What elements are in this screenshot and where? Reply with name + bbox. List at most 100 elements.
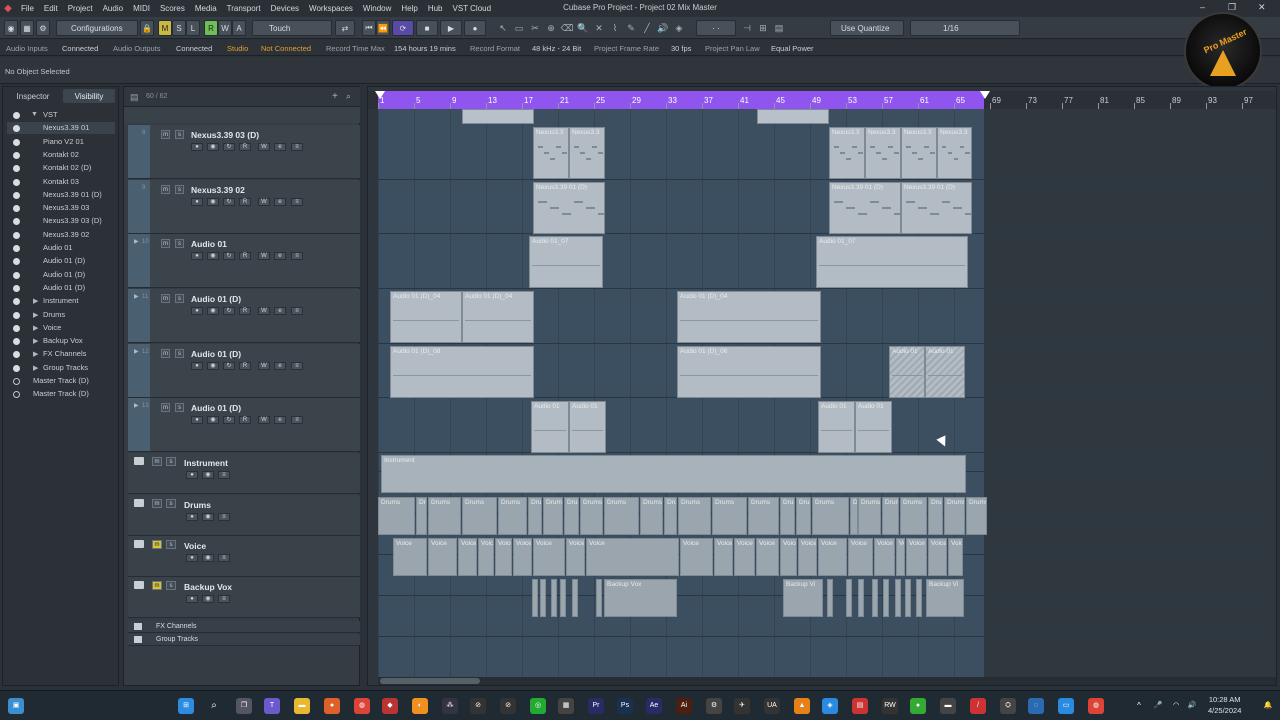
visibility-item[interactable]: Piano V2 01: [7, 136, 115, 148]
read-automation-icon[interactable]: ↻: [223, 416, 235, 424]
mute-button[interactable]: m: [161, 349, 170, 358]
nudge-select[interactable]: · ·: [696, 20, 736, 36]
visibility-toggle-icon[interactable]: [13, 218, 20, 226]
visibility-toggle-icon[interactable]: [13, 191, 20, 199]
grp-event[interactable]: Backup Vi: [783, 579, 823, 617]
grp-event[interactable]: Drums: [416, 497, 427, 535]
grp-event[interactable]: Voice: [533, 538, 565, 576]
grp-event[interactable]: Voice: [756, 538, 779, 576]
menu-vst-cloud[interactable]: VST Cloud: [448, 4, 497, 13]
app-icon-8[interactable]: ✈: [734, 698, 750, 714]
midi-event[interactable]: Nexus3.3: [937, 127, 972, 179]
visibility-toggle-icon[interactable]: [13, 271, 20, 279]
configurations-button[interactable]: Configurations: [56, 20, 138, 36]
app-icon-18[interactable]: ▭: [1058, 698, 1074, 714]
write-automation-icon[interactable]: R: [239, 362, 251, 370]
object-selection-icon[interactable]: ↖: [496, 21, 510, 35]
cycle-range[interactable]: [378, 91, 984, 109]
grp-event[interactable]: Backup Vi: [926, 579, 964, 617]
instr-event[interactable]: Instrument: [381, 455, 966, 493]
illustrator-icon[interactable]: Ai: [676, 698, 692, 714]
mute-button[interactable]: m: [152, 540, 162, 549]
grp-event[interactable]: Voice: [458, 538, 477, 576]
grp-event[interactable]: Drums: [543, 497, 563, 535]
app-icon-4[interactable]: ⊘: [500, 698, 516, 714]
app-icon-7[interactable]: ⚙: [706, 698, 722, 714]
grp-event[interactable]: [827, 579, 833, 617]
edit-channel-icon[interactable]: W: [258, 143, 270, 151]
monitor-icon[interactable]: ◉: [207, 416, 219, 424]
notifications-icon[interactable]: 🔔: [1262, 698, 1274, 714]
folder-track[interactable]: m s Backup Vox ● ◉ ≡: [128, 577, 360, 618]
visibility-toggle-icon[interactable]: [13, 338, 20, 346]
visibility-item[interactable]: Nexus3.39 03: [7, 202, 115, 214]
visibility-item[interactable]: Nexus3.39 02: [7, 229, 115, 241]
visibility-toggle-icon[interactable]: [13, 351, 20, 359]
listen-mode-button[interactable]: L: [186, 20, 200, 36]
lanes-icon[interactable]: ≡: [291, 362, 303, 370]
mute-button[interactable]: m: [161, 185, 170, 194]
visibility-item[interactable]: Nexus3.39 01: [7, 122, 115, 135]
solo-button[interactable]: s: [175, 403, 184, 412]
folder-monitor-icon[interactable]: ●: [186, 513, 198, 521]
grp-event[interactable]: [846, 579, 852, 617]
visibility-toggle-icon[interactable]: [13, 311, 20, 319]
record-enable-icon[interactable]: ●: [191, 307, 203, 315]
edit-channel-icon[interactable]: W: [258, 198, 270, 206]
cubase-taskbar-icon[interactable]: ◆: [382, 698, 398, 714]
visibility-item[interactable]: ▶ FX Channels: [7, 348, 115, 360]
right-locator-icon[interactable]: [980, 91, 990, 99]
grp-event[interactable]: Voice: [393, 538, 427, 576]
visibility-item[interactable]: ▶ Backup Vox: [7, 335, 115, 347]
split-icon[interactable]: ✂: [528, 21, 542, 35]
visibility-item[interactable]: ▶ Drums: [7, 309, 115, 321]
lanes-icon[interactable]: ≡: [291, 143, 303, 151]
app-icon-17[interactable]: ◌: [1028, 698, 1044, 714]
expand-right-icon[interactable]: ▶: [33, 324, 38, 332]
widgets-icon[interactable]: ▣: [8, 698, 24, 714]
menu-hub[interactable]: Hub: [423, 4, 448, 13]
visibility-toggle-icon[interactable]: [13, 245, 20, 252]
photoshop-icon[interactable]: Ps: [617, 698, 633, 714]
folder-read-icon[interactable]: ◉: [202, 471, 214, 479]
midi-event[interactable]: [462, 109, 534, 124]
freeze-icon[interactable]: e: [274, 307, 286, 315]
monitor-icon[interactable]: ◉: [207, 252, 219, 260]
visibility-toggle-icon[interactable]: [13, 205, 20, 213]
solo-button[interactable]: s: [175, 294, 184, 303]
snap-type-icon[interactable]: ⊞: [756, 21, 770, 35]
write-automation-icon[interactable]: R: [239, 143, 251, 151]
folder-monitor-icon[interactable]: ●: [186, 471, 198, 479]
grp-event[interactable]: Voice: [874, 538, 895, 576]
visibility-toggle-icon[interactable]: [13, 112, 20, 119]
color-tool-icon[interactable]: ◈: [672, 21, 686, 35]
audio-event[interactable]: Audio 01: [925, 346, 965, 398]
grp-event[interactable]: Drums: [580, 497, 603, 535]
write-automation-icon[interactable]: R: [239, 416, 251, 424]
tray-chevron-icon[interactable]: ^: [1134, 698, 1144, 714]
expand-right-icon[interactable]: ▶: [33, 297, 38, 305]
grp-event[interactable]: Voice: [906, 538, 927, 576]
glue-icon[interactable]: ⊕: [544, 21, 558, 35]
grp-event[interactable]: [540, 579, 546, 617]
solo-button[interactable]: s: [175, 349, 184, 358]
folder-group-tracks[interactable]: Group Tracks: [128, 634, 360, 646]
visibility-toggle-icon[interactable]: [13, 378, 20, 385]
track-name[interactable]: Audio 01 (D): [191, 403, 241, 413]
edit-channel-icon[interactable]: W: [258, 416, 270, 424]
chrome-icon[interactable]: ◍: [354, 698, 370, 714]
visibility-toggle-icon[interactable]: [13, 284, 20, 292]
menu-midi[interactable]: MIDI: [128, 4, 155, 13]
write-automation-icon[interactable]: R: [239, 198, 251, 206]
folder-track[interactable]: m s Voice ● ◉ ≡: [128, 536, 360, 577]
quantize-value-select[interactable]: 1/16: [910, 20, 1020, 36]
grp-event[interactable]: Drums: [966, 497, 987, 535]
folder-monitor-icon[interactable]: ●: [186, 554, 198, 562]
expand-right-icon[interactable]: ▶: [134, 293, 139, 300]
grp-event[interactable]: Drums: [664, 497, 677, 535]
read-automation-icon[interactable]: ↻: [223, 252, 235, 260]
app-icon-15[interactable]: /: [970, 698, 986, 714]
grp-event[interactable]: Drums: [528, 497, 542, 535]
visibility-item[interactable]: ▶ Instrument: [7, 295, 115, 307]
menu-scores[interactable]: Scores: [155, 4, 190, 13]
